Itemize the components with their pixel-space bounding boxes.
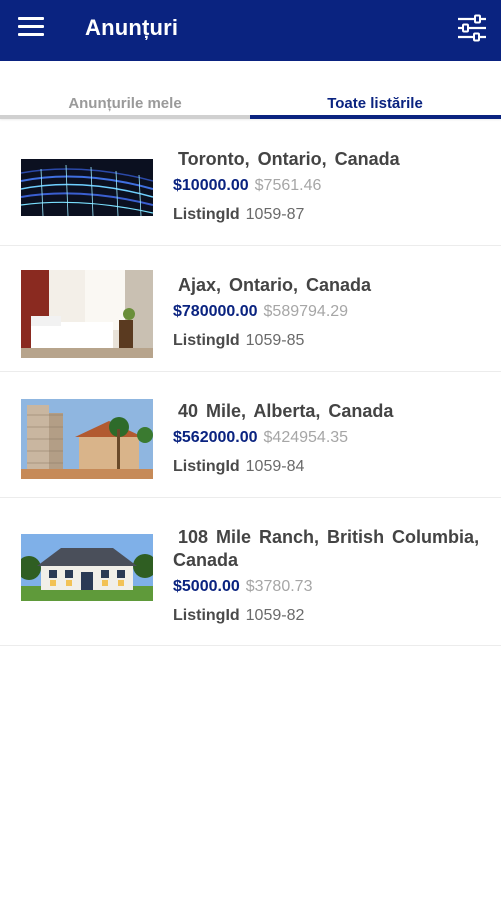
listing-id-label: ListingId: [173, 206, 240, 223]
listing-id-value: 1059-82: [245, 607, 305, 624]
listing-location: Ajax, Ontario, Canada: [178, 275, 372, 295]
app-bar: Anunțuri: [0, 0, 501, 61]
listing-old-price: $3780.73: [245, 578, 313, 595]
listing-list: Toronto, Ontario, Canada $10000.00 $7561.…: [0, 119, 501, 646]
listing-price: $10000.00: [173, 177, 249, 194]
listing-location: 40 Mile, Alberta, Canada: [178, 401, 394, 421]
listing-id-label: ListingId: [173, 458, 240, 475]
listing-id-value: 1059-85: [245, 332, 305, 349]
listing-item[interactable]: Ajax, Ontario, Canada $780000.00 $589794.…: [0, 246, 501, 372]
listing-photo: [21, 159, 153, 216]
listing-photo: [21, 270, 153, 358]
listing-price: $562000.00: [173, 429, 258, 446]
listing-photo: [21, 534, 153, 601]
listing-old-price: $424954.35: [263, 429, 349, 446]
sliders-icon[interactable]: [457, 14, 487, 42]
listing-old-price: $589794.29: [263, 303, 349, 320]
listing-old-price: $7561.46: [254, 177, 322, 194]
listing-id-label: ListingId: [173, 332, 240, 349]
listing-item[interactable]: Toronto, Ontario, Canada $10000.00 $7561.…: [0, 119, 501, 246]
listing-id-label: ListingId: [173, 607, 240, 624]
tab-bar: Anunțurile mele Toate listările: [0, 61, 501, 119]
listing-location: Toronto, Ontario, Canada: [178, 149, 400, 169]
listing-item[interactable]: 40 Mile, Alberta, Canada $562000.00 $4249…: [0, 372, 501, 498]
listing-photo: [21, 399, 153, 479]
tab-my-listings[interactable]: Anunțurile mele: [0, 95, 250, 112]
page-title: Anunțuri: [85, 15, 179, 40]
listing-price: $5000.00: [173, 578, 240, 595]
listing-id-value: 1059-87: [245, 206, 305, 223]
listing-item[interactable]: 108 Mile Ranch, British Columbia, Canada…: [0, 498, 501, 646]
tab-all-listings[interactable]: Toate listările: [250, 95, 500, 112]
listing-location: 108 Mile Ranch, British Columbia, Canada: [173, 527, 480, 570]
hamburger-icon[interactable]: [18, 17, 44, 39]
listing-price: $780000.00: [173, 303, 258, 320]
listing-id-value: 1059-84: [245, 458, 305, 475]
